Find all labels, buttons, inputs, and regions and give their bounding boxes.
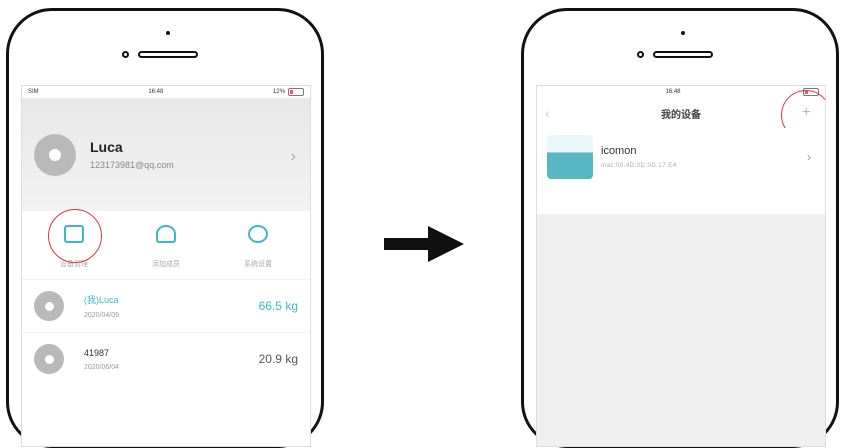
left-screen: SIM 16:48 12% Luca 123173981@qq.com › 设备… xyxy=(21,85,311,447)
scale-thumbnail xyxy=(547,135,593,179)
sensor-dot xyxy=(166,31,170,35)
right-phone-frame: 16:48 ‹ 我的设备 + icomon mac:00:4D:0D:0D:17… xyxy=(521,8,839,448)
device-manage-button[interactable]: 设备管理 xyxy=(39,209,109,268)
settings-button[interactable]: 系统设置 xyxy=(223,225,293,268)
status-bar: 16:48 xyxy=(537,86,825,98)
record-date: 2020/06/04 xyxy=(84,363,120,371)
carrier-text: SIM xyxy=(28,89,39,95)
speaker-grille xyxy=(138,51,198,58)
highlight-circle xyxy=(48,209,102,263)
sensor-dot xyxy=(681,31,685,35)
record-date: 2020/04/09 xyxy=(84,312,120,319)
settings-icon xyxy=(248,225,268,243)
page-title: 我的设备 xyxy=(661,109,701,121)
device-list-item[interactable]: icomon mac:00:4D:0D:0D:17:E4 › xyxy=(537,128,825,186)
quick-menu: 设备管理 添加成员 系统设置 xyxy=(22,209,310,271)
profile-header[interactable]: Luca 123173981@qq.com › xyxy=(22,98,310,211)
profile-name: Luca xyxy=(90,139,123,155)
list-item[interactable]: (我)Luca 2020/04/09 66.5 kg xyxy=(22,279,310,332)
settings-label: 系统设置 xyxy=(244,261,272,268)
record-weight: 20.9 kg xyxy=(258,352,298,366)
battery-icon xyxy=(287,88,304,96)
record-name: 41987 xyxy=(84,347,110,358)
battery-text: 12% xyxy=(272,89,285,95)
record-weight: 66.5 kg xyxy=(258,299,298,313)
left-phone-frame: SIM 16:48 12% Luca 123173981@qq.com › 设备… xyxy=(6,8,324,448)
status-bar: SIM 16:48 12% xyxy=(22,86,310,98)
record-list: (我)Luca 2020/04/09 66.5 kg 41987 2020/06… xyxy=(22,279,310,385)
record-name: (我)Luca xyxy=(84,295,119,305)
arrow-right-icon xyxy=(384,226,464,262)
speaker-grille xyxy=(653,51,713,58)
profile-email: 123173981@qq.com xyxy=(90,160,174,170)
status-time: 16:48 xyxy=(148,89,164,95)
avatar xyxy=(34,291,64,321)
front-camera xyxy=(637,51,644,58)
chevron-right-icon: › xyxy=(807,150,811,164)
status-time: 16:48 xyxy=(665,89,681,95)
add-member-button[interactable]: 添加成员 xyxy=(131,225,201,268)
front-camera xyxy=(122,51,129,58)
back-icon[interactable]: ‹ xyxy=(545,105,550,121)
avatar xyxy=(34,133,76,176)
add-member-icon xyxy=(156,225,176,243)
avatar xyxy=(34,344,64,374)
empty-area xyxy=(537,214,825,446)
right-screen: 16:48 ‹ 我的设备 + icomon mac:00:4D:0D:0D:17… xyxy=(536,85,826,447)
list-item[interactable]: 41987 2020/06/04 20.9 kg xyxy=(22,332,310,385)
device-mac: mac:00:4D:0D:0D:17:E4 xyxy=(601,163,677,169)
nav-bar: ‹ 我的设备 + xyxy=(537,90,825,140)
chevron-right-icon: › xyxy=(290,148,296,165)
add-member-label: 添加成员 xyxy=(152,261,180,268)
device-name: icomon xyxy=(601,145,637,157)
